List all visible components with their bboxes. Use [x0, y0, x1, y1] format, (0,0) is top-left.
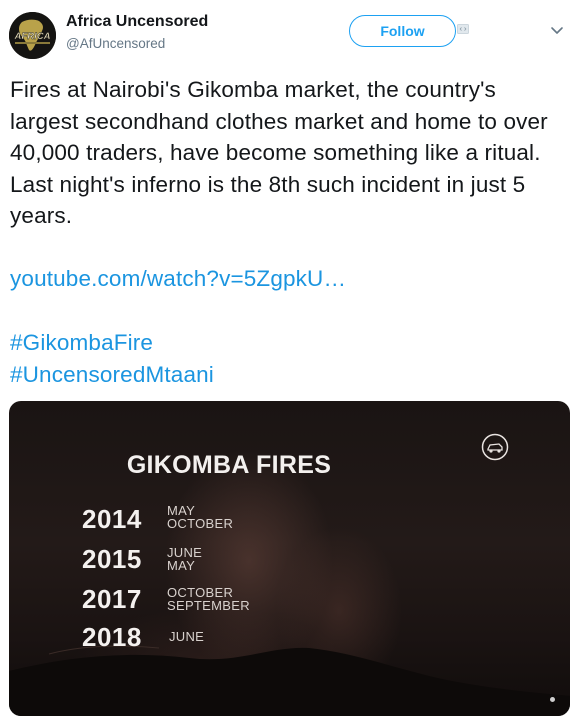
year-2017: 2017 — [82, 584, 142, 614]
year-2015: 2015 — [82, 544, 142, 574]
media-title: GIKOMBA FIRES — [126, 451, 332, 479]
month-label: JUNE — [169, 629, 205, 644]
hashtag-gikombafire[interactable]: #GikombaFire — [10, 330, 153, 356]
month-label: MAY — [167, 558, 196, 573]
year-2014: 2014 — [82, 504, 142, 534]
tweet-text: Fires at Nairobi's Gikomba market, the c… — [10, 77, 548, 229]
indicator-dot — [550, 697, 555, 702]
hashtag-uncensoredmtaani[interactable]: #UncensoredMtaani — [10, 362, 214, 388]
handle[interactable]: @AfUncensored — [66, 36, 165, 51]
media-card[interactable]: GIKOMBA FIRES 2014 MAY OCTOBER 2015 JUNE… — [9, 401, 570, 716]
avatar[interactable]: AFRICA — [9, 12, 56, 59]
embed-icon — [457, 24, 469, 34]
follow-button[interactable]: Follow — [349, 15, 456, 47]
month-label: SEPTEMBER — [167, 598, 250, 613]
avatar-logo-text: AFRICA — [14, 31, 51, 42]
tweet-link[interactable]: youtube.com/watch?v=5ZgpkU… — [10, 266, 346, 292]
year-2018: 2018 — [82, 622, 142, 652]
logo-badge-icon — [481, 433, 509, 461]
month-label: OCTOBER — [167, 516, 234, 531]
display-name[interactable]: Africa Uncensored — [66, 13, 208, 31]
chevron-down-icon[interactable] — [549, 22, 565, 38]
